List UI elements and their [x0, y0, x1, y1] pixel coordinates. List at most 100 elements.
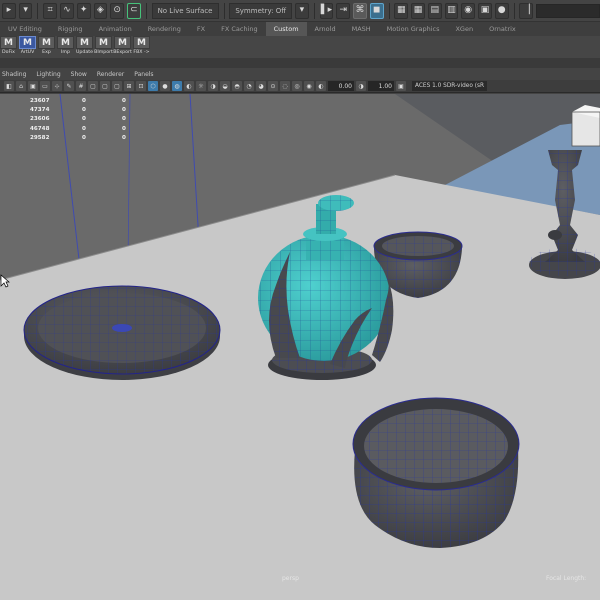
two-d-pan-icon[interactable]: ⊹ — [52, 81, 62, 91]
input-output-icon[interactable]: ⇥ — [336, 2, 351, 19]
construction-history-icon[interactable]: ⌘ — [353, 2, 367, 19]
shelf-tab[interactable]: Animation — [91, 22, 140, 36]
film-gate-icon[interactable]: ▢ — [88, 81, 98, 91]
anti-aliasing-icon[interactable]: ◔ — [244, 81, 254, 91]
render-frame-icon[interactable]: ▦ — [394, 2, 409, 19]
hud-value: 0 — [82, 135, 86, 142]
toolbar-divider — [313, 2, 315, 19]
shelf-tab[interactable]: Motion Graphics — [379, 22, 448, 36]
mel-script-icon: M — [19, 36, 36, 49]
field-chart-icon[interactable]: ⊞ — [124, 81, 134, 91]
shelf-tab[interactable]: Custom — [265, 22, 307, 36]
gamma-field[interactable]: 1.00 — [368, 81, 394, 91]
shelf-button-label: FBX -> — [133, 50, 150, 55]
shelf-button[interactable]: M Update — [76, 36, 93, 57]
snap-to-point-icon[interactable]: ✦ — [76, 2, 91, 19]
render-view-icon[interactable]: ◼ — [369, 2, 384, 19]
grease-pencil-icon[interactable]: ✎ — [64, 81, 74, 91]
mel-script-icon: M — [57, 36, 74, 49]
motion-blur-icon[interactable]: ◓ — [232, 81, 242, 91]
wireframe-on-shaded-icon[interactable]: ◍ — [172, 81, 182, 91]
textured-icon[interactable]: ◐ — [184, 81, 194, 91]
symmetry-options-icon[interactable]: ▾ — [295, 2, 309, 19]
shelf-tab[interactable]: FX Caching — [213, 22, 266, 36]
hypershade-icon[interactable]: ▥ — [444, 2, 459, 19]
panel-menu-item[interactable]: Renderer — [97, 71, 124, 78]
snap-to-grid-icon[interactable]: ⌗ — [43, 2, 58, 19]
color-management-icon[interactable]: ▣ — [396, 81, 406, 91]
snap-to-curve-icon[interactable]: ∿ — [60, 2, 74, 19]
shelf-button[interactable]: M ArtUV — [19, 36, 36, 57]
panel-menu-item[interactable]: Shading — [2, 71, 26, 78]
bookmark-icon[interactable]: ▣ — [28, 81, 38, 91]
panel-menu-item[interactable]: Panels — [134, 71, 153, 78]
gamma-icon[interactable]: ◑ — [356, 81, 366, 91]
exposure-field[interactable]: 0.00 — [328, 81, 354, 91]
shelf-button[interactable]: M BExport — [113, 36, 132, 57]
shelf-tab[interactable]: Rendering — [140, 22, 189, 36]
large-bowl-mesh[interactable] — [352, 397, 520, 548]
mel-script-icon: M — [114, 36, 131, 49]
shadows-icon[interactable]: ◑ — [208, 81, 218, 91]
image-plane-icon[interactable]: ▭ — [40, 81, 50, 91]
render-sequence-icon[interactable]: ● — [494, 2, 509, 19]
symmetry-dropdown[interactable]: Symmetry: Off — [229, 2, 293, 19]
lights-icon[interactable]: ☼ — [196, 81, 206, 91]
history-icon[interactable]: ▌▸ — [319, 2, 334, 19]
gate-mask-icon[interactable]: ▢ — [112, 81, 122, 91]
shelf-tab[interactable]: UV Editing — [0, 22, 50, 36]
ipr-render-icon[interactable]: ▦ — [411, 2, 425, 19]
snap-to-view-plane-icon[interactable]: ◈ — [93, 2, 108, 19]
dish-mesh[interactable] — [23, 285, 221, 380]
shelf-button[interactable]: M Imp — [57, 36, 74, 57]
snap-to-surface-icon[interactable]: ⊙ — [110, 2, 124, 19]
shelf-button[interactable]: M BImport — [94, 36, 113, 57]
shelf-tab[interactable]: FX — [189, 22, 213, 36]
perspective-viewport[interactable] — [0, 94, 600, 600]
render-settings-icon[interactable]: ▤ — [427, 2, 442, 19]
menu-set-arrow-icon[interactable]: ▾ — [18, 2, 33, 19]
smooth-shade-icon[interactable]: ● — [160, 81, 170, 91]
shelf-button-label: BImport — [94, 50, 113, 55]
shelf-button[interactable]: M FBX -> — [133, 36, 150, 57]
status-line: ▸ ▾ ⌗ ∿ ✦ ◈ ⊙ ⊂ No Live Surface Symmetry… — [0, 0, 600, 22]
isolate-select-icon[interactable]: ⊙ — [268, 81, 278, 91]
panel-menu-item[interactable]: Show — [71, 71, 87, 78]
shelf-tab[interactable]: Arnold — [307, 22, 344, 36]
ambient-occlusion-icon[interactable]: ◒ — [220, 81, 230, 91]
camera-lock-icon[interactable]: ⌂ — [16, 81, 26, 91]
exposure-icon[interactable]: ◐ — [316, 81, 326, 91]
shelf-button-label: Imp — [61, 50, 70, 55]
shelf-button[interactable]: M Exp — [38, 36, 55, 57]
depth-of-field-icon[interactable]: ◕ — [256, 81, 266, 91]
focal-length-label: Focal Length: — [546, 575, 587, 582]
wireframe-icon[interactable]: ⬡ — [148, 81, 158, 91]
resolution-gate-icon[interactable]: ▢ — [100, 81, 110, 91]
safe-action-icon[interactable]: ⊡ — [136, 81, 146, 91]
camera-select-icon[interactable]: ◧ — [4, 81, 14, 91]
hud-value: 0 — [82, 116, 86, 123]
live-surface-dropdown[interactable]: No Live Surface — [151, 2, 219, 19]
mel-script-icon: M — [95, 36, 112, 49]
sidebar-toggle-icon[interactable]: ▕ — [519, 2, 534, 19]
xray-joints-icon[interactable]: ◎ — [292, 81, 302, 91]
xray-icon[interactable]: ◌ — [280, 81, 290, 91]
select-tool-icon[interactable]: ▸ — [2, 2, 16, 19]
backface-icon[interactable]: ◉ — [304, 81, 314, 91]
arnold-ipr-icon[interactable]: ▣ — [478, 2, 492, 19]
command-field[interactable] — [536, 3, 600, 18]
shelf-button[interactable]: M DoFix — [0, 36, 17, 57]
hud-value: 46748 — [30, 125, 50, 132]
panel-menu-item[interactable]: Lighting — [36, 71, 60, 78]
symmetry-label: Symmetry: Off — [235, 6, 287, 15]
hud-value: 0 — [82, 107, 86, 114]
shelf-tab[interactable]: XGen — [447, 22, 481, 36]
color-space-dropdown[interactable]: ACES 1.0 SDR-video (sR — [412, 81, 488, 91]
shelf-tab[interactable]: Ornatrix — [481, 22, 524, 36]
grid-icon[interactable]: # — [76, 81, 86, 91]
hud-value: 29582 — [30, 135, 50, 142]
make-live-icon[interactable]: ⊂ — [126, 2, 141, 19]
arnold-render-icon[interactable]: ◉ — [461, 2, 476, 19]
shelf-tab[interactable]: Rigging — [50, 22, 91, 36]
shelf-tab[interactable]: MASH — [344, 22, 379, 36]
